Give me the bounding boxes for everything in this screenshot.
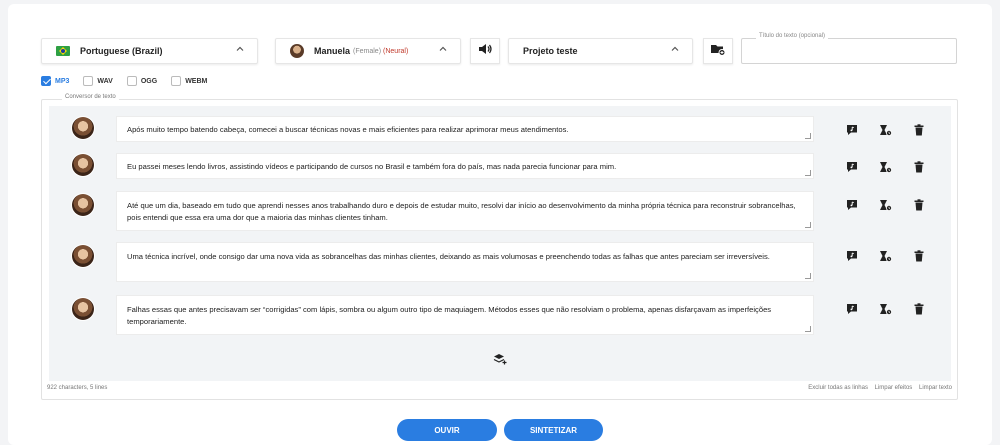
resize-grip-icon[interactable] [805,170,811,176]
list-item: Eu passei meses lendo livros, assistindo… [49,151,951,179]
line-text-input[interactable]: Após muito tempo batendo cabeça, comecei… [116,116,814,142]
resize-grip-icon[interactable] [805,133,811,139]
line-text-input[interactable]: Até que um dia, baseado em tudo que apre… [116,191,814,231]
delete-icon[interactable] [912,160,926,174]
project-select[interactable]: Projeto teste [508,38,693,64]
pause-timer-icon[interactable] [879,123,893,137]
list-item: Até que um dia, baseado em tudo que apre… [49,191,951,231]
add-line-button[interactable] [493,352,507,366]
voice-select[interactable]: Manuela (Female) (Neural) [275,38,461,64]
voice-gender: (Female) [353,47,382,55]
chevron-up-icon [670,44,680,57]
resize-grip-icon[interactable] [805,273,811,279]
brazil-flag-icon [56,46,70,56]
speaker-avatar[interactable] [72,194,94,216]
project-label: Projeto teste [523,46,578,56]
checkbox-icon[interactable] [171,76,182,86]
line-text-input[interactable]: Eu passei meses lendo livros, assistindo… [116,153,814,179]
list-item: Após muito tempo batendo cabeça, comecei… [49,114,951,142]
delete-icon[interactable] [912,123,926,137]
checkbox-icon[interactable] [83,76,94,86]
title-input[interactable]: Título do texto (opcional) [741,33,957,64]
voice-effect-icon[interactable] [845,123,859,137]
status-text: 922 characters, 5 lines [47,385,108,391]
voice-effect-icon[interactable] [845,249,859,263]
layers-add-icon [493,354,507,365]
language-select[interactable]: Portuguese (Brazil) [41,38,258,64]
delete-icon[interactable] [912,198,926,212]
clear-effects-link[interactable]: Limpar efeitos [875,385,913,391]
format-mp3[interactable]: MP3 [41,76,69,86]
chevron-up-icon [235,44,245,57]
format-ogg[interactable]: OGG [126,76,157,86]
folder-add-icon [710,42,726,61]
speaker-button[interactable] [470,38,500,64]
speaker-avatar[interactable] [72,117,94,139]
resize-grip-icon[interactable] [805,326,811,332]
pause-timer-icon[interactable] [879,160,893,174]
chevron-up-icon [438,44,448,57]
line-text-input[interactable]: Uma técnica incrível, onde consigo dar u… [116,242,814,282]
format-webm[interactable]: WEBM [171,76,207,86]
clear-text-link[interactable]: Limpar texto [919,385,952,391]
clear-lines-link[interactable]: Excluir todas as linhas [808,385,868,391]
voice-effect-icon[interactable] [845,160,859,174]
line-text-input[interactable]: Falhas essas que antes precisavam ser “c… [116,295,814,335]
language-label: Portuguese (Brazil) [80,46,163,56]
delete-icon[interactable] [912,249,926,263]
panel-actions: Excluir todas as linhas Limpar efeitos L… [803,385,952,391]
converter-lines: Após muito tempo batendo cabeça, comecei… [49,106,951,381]
checkbox-icon[interactable] [126,76,137,86]
format-wav[interactable]: WAV [83,76,113,86]
speaker-avatar[interactable] [72,245,94,267]
synthesize-button[interactable]: SINTETIZAR [504,419,603,441]
list-item: Falhas essas que antes precisavam ser “c… [49,295,951,335]
list-item: Uma técnica incrível, onde consigo dar u… [49,242,951,282]
pause-timer-icon[interactable] [879,249,893,263]
speaker-avatar[interactable] [72,154,94,176]
voice-name: Manuela [314,46,351,56]
voice-effect-icon[interactable] [845,198,859,212]
pause-timer-icon[interactable] [879,302,893,316]
text-converter-panel: Conversor de texto Após muito tempo bate… [41,94,958,400]
speaker-avatar[interactable] [72,298,94,320]
pause-timer-icon[interactable] [879,198,893,212]
checkbox-checked-icon[interactable] [41,76,51,86]
voice-engine: (Neural) [383,47,409,55]
voice-avatar [290,44,304,58]
title-input-legend: Título do texto (opcional) [756,33,829,39]
converter-legend: Conversor de texto [62,94,119,100]
folder-add-button[interactable] [703,38,733,64]
format-options: MP3 WAV OGG WEBM [41,76,221,86]
delete-icon[interactable] [912,302,926,316]
voice-effect-icon[interactable] [845,302,859,316]
resize-grip-icon[interactable] [805,222,811,228]
speaker-icon [477,42,493,61]
listen-button[interactable]: OUVIR [397,419,497,441]
